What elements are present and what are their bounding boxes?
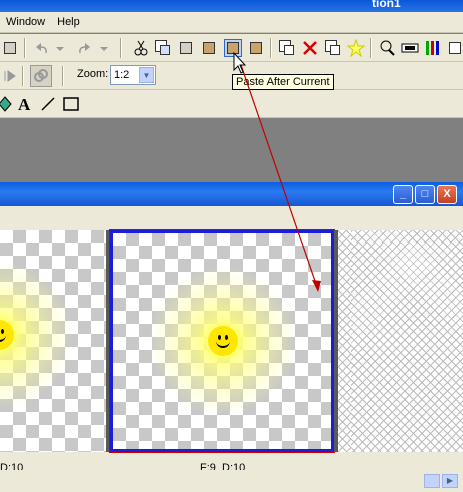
app-title: tion1: [372, 0, 401, 10]
undo-dropdown-icon: [56, 47, 64, 51]
star-button[interactable]: [346, 38, 366, 58]
app-title-bar: tion1: [0, 0, 463, 12]
zoom-select[interactable]: 1:2 ▼: [110, 65, 156, 85]
empty-frame-area[interactable]: [338, 230, 463, 452]
drawing-toolbar: A: [0, 90, 463, 118]
paste-button[interactable]: [200, 39, 218, 57]
undo-dropdown[interactable]: [54, 39, 66, 57]
frame-thumbnail-9-selected[interactable]: [110, 230, 334, 452]
mouth: [0, 334, 6, 342]
close-icon: X: [443, 188, 451, 200]
star-icon: [346, 38, 366, 58]
cut-icon: [134, 40, 148, 56]
tooltip: Paste After Current: [232, 74, 334, 90]
frame-duplicate-button[interactable]: [324, 39, 342, 57]
fill-icon: [0, 96, 12, 112]
menu-window[interactable]: Window: [0, 12, 51, 32]
rectangle-tool-button[interactable]: [62, 95, 80, 113]
rectangle-icon: [63, 97, 79, 111]
link-button[interactable]: [30, 65, 52, 87]
toolbar-separator: [62, 66, 64, 86]
undo-icon: [36, 43, 47, 54]
copy-button[interactable]: [154, 39, 172, 57]
text-tool-button[interactable]: A: [16, 95, 34, 114]
toolbar-overflow-button[interactable]: [446, 39, 463, 57]
minimize-icon: _: [399, 188, 407, 200]
magnify-button[interactable]: [378, 39, 396, 57]
fill-button[interactable]: [0, 95, 14, 113]
delete-frame-icon: [303, 41, 317, 55]
link-icon: [34, 69, 48, 82]
scrollbar-thumb[interactable]: [424, 474, 440, 488]
horizontal-scrollbar[interactable]: [0, 470, 463, 492]
line-icon: [41, 97, 55, 111]
zoom-value: 1:2: [114, 69, 130, 81]
toolbar-separator: [370, 38, 372, 58]
copy-frames-button[interactable]: [177, 39, 195, 57]
toolbar-separator: [270, 38, 272, 58]
frame-view-icon: [401, 43, 419, 53]
zoom-label: Zoom:: [77, 68, 109, 80]
cut-button[interactable]: [132, 39, 150, 57]
frame-edit-button[interactable]: [278, 39, 296, 57]
paste-after-current-button[interactable]: [224, 39, 242, 57]
line-tool-button[interactable]: [39, 95, 57, 113]
sun-image: [0, 260, 74, 410]
scroll-right-icon[interactable]: ▶: [442, 474, 458, 488]
close-button[interactable]: X: [437, 185, 457, 204]
frames-strip: [0, 206, 463, 460]
mouth: [216, 340, 230, 348]
smiley-face: [208, 326, 238, 356]
magnify-icon: [380, 40, 395, 56]
redo-dropdown[interactable]: [98, 39, 110, 57]
color-bars-button[interactable]: [424, 39, 442, 57]
toolbar-separator: [120, 38, 122, 58]
paste-before-button[interactable]: [247, 39, 265, 57]
sun-image: [148, 266, 298, 416]
redo-button[interactable]: [76, 39, 94, 57]
maximize-icon: □: [421, 188, 429, 200]
app-window: tion1 Window Help Zoom: 1:2 ▼ A _ □ X D:…: [0, 0, 463, 492]
svg-text:A: A: [18, 95, 31, 113]
frame-thumbnail-8[interactable]: [0, 230, 106, 452]
play-button[interactable]: [1, 67, 19, 85]
smiley-face: [0, 320, 14, 350]
main-toolbar: [0, 34, 463, 62]
toolbar-separator: [22, 66, 24, 86]
toolbar-separator: [24, 38, 26, 58]
play-icon: [4, 70, 16, 82]
maximize-button[interactable]: □: [415, 185, 435, 204]
menubar: Window Help: [0, 12, 463, 33]
color-bars-icon: [426, 41, 439, 55]
child-title-bar[interactable]: _ □ X: [0, 182, 463, 206]
minimize-button[interactable]: _: [393, 185, 413, 204]
chevron-down-icon: ▼: [139, 67, 154, 83]
text-icon: A: [18, 95, 31, 114]
new-button[interactable]: [1, 39, 19, 57]
animation-window: _ □ X D:10 F:9 D:10: [0, 182, 463, 492]
frame-view-button[interactable]: [401, 39, 419, 57]
redo-icon: [79, 43, 90, 54]
menu-help[interactable]: Help: [51, 12, 86, 32]
undo-button[interactable]: [32, 39, 50, 57]
redo-dropdown-icon: [100, 47, 108, 51]
delete-frame-button[interactable]: [301, 39, 319, 57]
